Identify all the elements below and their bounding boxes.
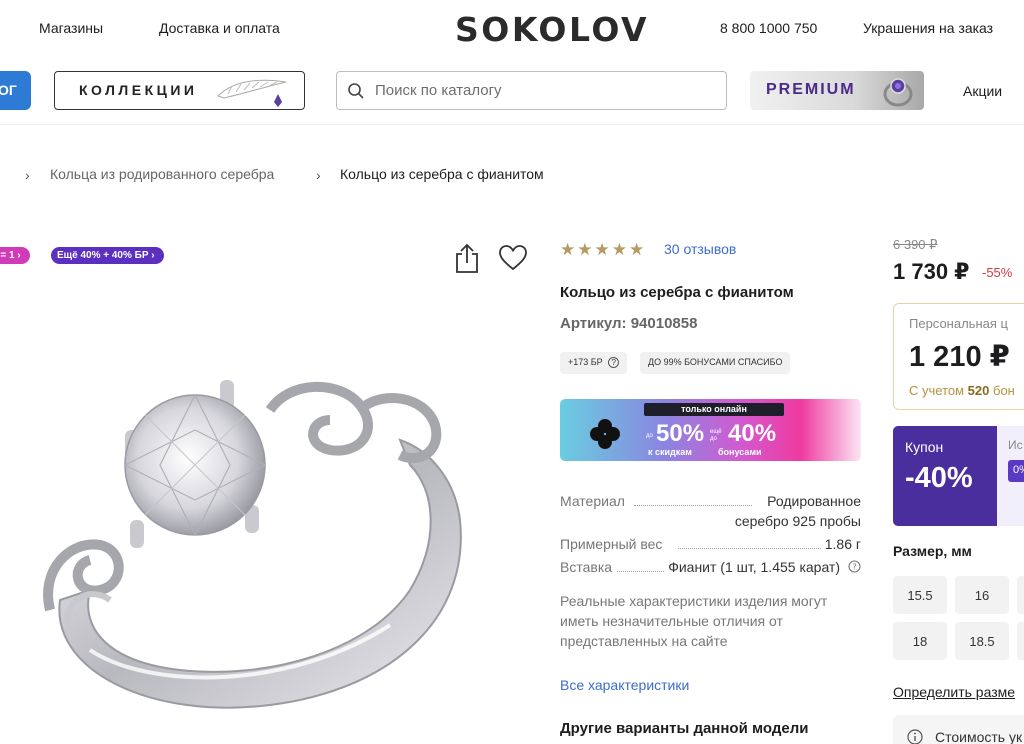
size-option[interactable]: 18 xyxy=(893,622,947,660)
delivery-link[interactable]: Доставка и оплата xyxy=(159,20,280,36)
size-option[interactable]: 18.5 xyxy=(955,622,1009,660)
banner-bonus-label: бонусами xyxy=(718,447,762,457)
all-specs-link[interactable]: Все характеристики xyxy=(560,677,689,693)
discount-percent: -55% xyxy=(982,265,1013,280)
spec-key-insert: Вставка xyxy=(560,559,613,575)
info-icon xyxy=(907,729,923,744)
old-price: 6 390 ₽ xyxy=(893,237,938,252)
breadcrumb-item[interactable]: Кольца из родированного серебра xyxy=(50,166,274,182)
spec-value-insert: Фианит (1 шт, 1.455 карат) xyxy=(668,559,840,575)
search-icon xyxy=(348,83,364,99)
size-option[interactable] xyxy=(1017,622,1024,660)
discount-badge-label: Ещё 40% + 40% БР xyxy=(57,250,149,261)
banner-pre-2: ещё до xyxy=(710,429,722,442)
banner-discount-label: к скидкам xyxy=(648,447,692,457)
collections-button[interactable]: КОЛЛЕКЦИИ xyxy=(54,71,305,110)
chevron-right-icon: › xyxy=(25,167,30,183)
delivery-cost-label: Стоимость ук xyxy=(935,729,1023,744)
current-price: 1 730 ₽ xyxy=(893,259,970,284)
personal-price-note: С учетом 520 бон xyxy=(909,383,1015,398)
specs-disclaimer: Реальные характеристики изделия могут им… xyxy=(560,593,828,649)
catalog-button[interactable]: ОГ xyxy=(0,71,31,110)
heart-icon[interactable] xyxy=(499,245,527,271)
coupon-side-card[interactable]: Ис 0% xyxy=(997,426,1024,526)
banner-online-label: только онлайн xyxy=(644,403,784,416)
stores-link[interactable]: Магазины xyxy=(39,20,103,36)
custom-jewelry-link[interactable]: Украшения на заказ xyxy=(863,20,993,36)
coupon-title: Купон xyxy=(905,439,944,455)
banner-pre-1: до xyxy=(646,433,653,439)
info-icon[interactable]: ? xyxy=(848,560,861,573)
variants-heading: Другие варианты данной модели xyxy=(560,720,809,737)
coupon-value: -40% xyxy=(905,462,973,494)
share-icon[interactable] xyxy=(453,242,481,274)
feather-jewel-icon xyxy=(217,79,287,107)
banner-discount-value: 50% xyxy=(656,420,705,447)
size-option[interactable] xyxy=(1017,576,1024,614)
clover-pendant-icon xyxy=(590,419,620,449)
search-input[interactable] xyxy=(375,78,715,102)
product-sku: Артикул: 94010858 xyxy=(560,315,698,332)
banner-bonus-value: 40% xyxy=(728,420,777,447)
rating-stars: ★★★★★ xyxy=(560,240,647,259)
personal-price-title: Персональная ц xyxy=(909,316,1008,331)
promo-badge[interactable]: 2 = 1 › xyxy=(0,247,30,264)
bonus-chip-label: +173 БР xyxy=(568,357,603,367)
size-option[interactable]: 15.5 xyxy=(893,576,947,614)
promo-link[interactable]: Акции xyxy=(963,83,1002,99)
breadcrumb-current: Кольцо из серебра с фианитом xyxy=(340,166,544,182)
spec-value-weight: 1.86 г xyxy=(824,536,861,552)
spec-dots xyxy=(617,571,664,572)
svg-text:?: ? xyxy=(852,563,856,572)
coupon-side-tag: 0% xyxy=(1008,460,1024,482)
product-image[interactable] xyxy=(30,370,480,725)
delivery-cost-box[interactable]: Стоимость ук xyxy=(893,715,1024,744)
logo[interactable]: SOKOLOV xyxy=(455,10,649,49)
phone-link[interactable]: 8 800 1000 750 xyxy=(720,20,817,36)
search-box[interactable] xyxy=(336,71,727,110)
reviews-link[interactable]: 30 отзывов xyxy=(664,241,736,257)
personal-price-value: 1 210 ₽ xyxy=(909,341,1010,373)
chevron-right-icon: › xyxy=(316,167,321,183)
size-label: Размер, мм xyxy=(893,543,972,559)
spec-key-material: Материал xyxy=(560,493,625,509)
online-promo-banner[interactable]: только онлайн до 50% к скидкам ещё до 40… xyxy=(560,399,861,461)
spec-dots xyxy=(678,548,821,549)
premium-button[interactable]: PREMIUM xyxy=(750,71,924,110)
product-title: Кольцо из серебра с фианитом xyxy=(560,284,794,301)
spec-key-weight: Примерный вес xyxy=(560,536,663,552)
personal-price-card[interactable]: Персональная ц 1 210 ₽ С учетом 520 бон xyxy=(893,303,1024,410)
spasibo-chip[interactable]: ДО 99% БОНУСАМИ СПАСИБО xyxy=(640,352,791,374)
premium-label: PREMIUM xyxy=(766,81,856,98)
bonus-chip[interactable]: +173 БР ? xyxy=(560,352,628,374)
spec-dots xyxy=(634,505,752,506)
size-option[interactable]: 16 xyxy=(955,576,1009,614)
coupon-side-title: Ис xyxy=(1008,438,1023,452)
collections-label: КОЛЛЕКЦИИ xyxy=(79,82,198,98)
spec-value-material: Родированное xyxy=(767,493,861,509)
spec-value-material-2: серебро 925 пробы xyxy=(734,513,861,529)
ring-gem-icon xyxy=(883,78,913,107)
coupon-card[interactable]: Купон -40% xyxy=(893,426,997,526)
discount-badge[interactable]: Ещё 40% + 40% БР › xyxy=(51,247,164,264)
header-divider xyxy=(0,124,1024,125)
promo-badge-label: 2 = 1 xyxy=(0,250,15,261)
question-icon: ? xyxy=(608,357,620,368)
size-guide-link[interactable]: Определить разме xyxy=(893,684,1015,700)
